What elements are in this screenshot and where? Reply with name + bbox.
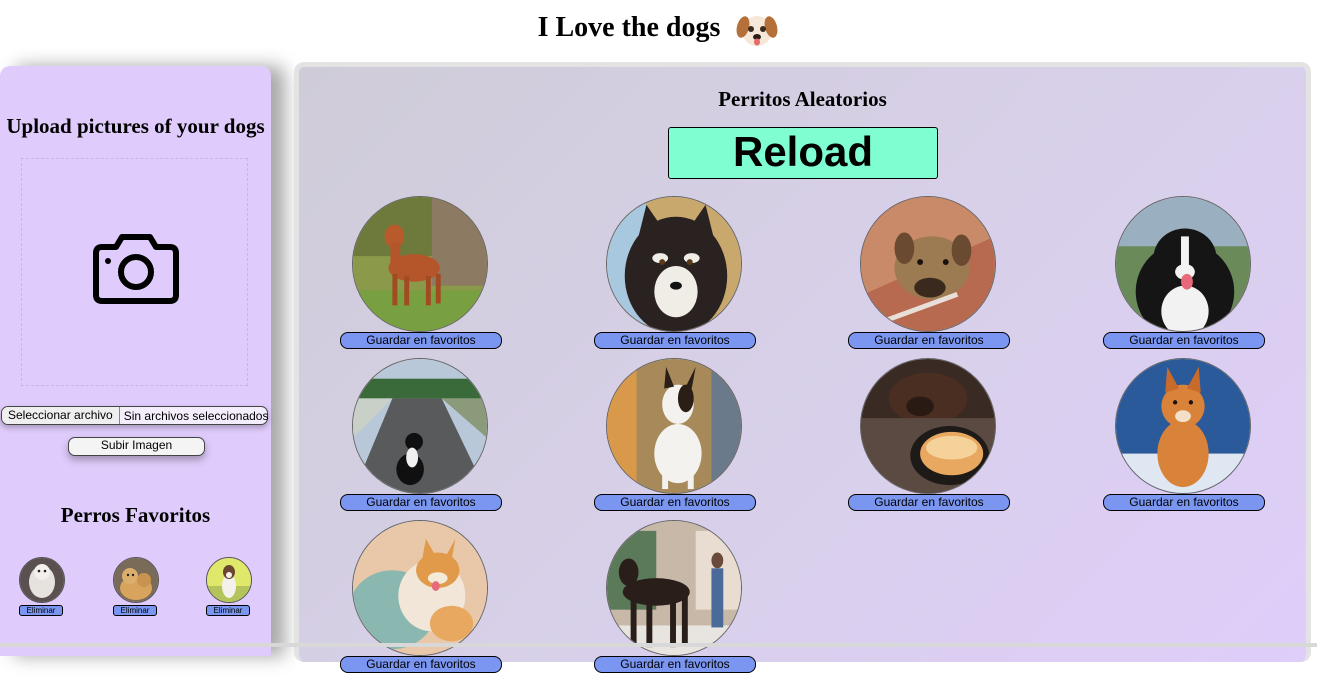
save-favorite-button[interactable]: Guardar en favoritos: [594, 656, 756, 673]
image-drop-zone[interactable]: [21, 158, 248, 386]
dog-photo: [352, 196, 488, 332]
dog-card: Guardar en favoritos: [848, 196, 1010, 356]
dog-photo: [860, 196, 996, 332]
dog-photo: [1115, 196, 1251, 332]
favorite-dog-photo: [113, 557, 159, 603]
dog-card: Guardar en favoritos: [340, 196, 502, 356]
dog-card: Guardar en favoritos: [1103, 196, 1265, 356]
save-favorite-button[interactable]: Guardar en favoritos: [848, 332, 1010, 349]
random-dogs-title: Perritos Aleatorios: [718, 87, 887, 111]
favorite-dog-photo: [19, 557, 65, 603]
save-favorite-button[interactable]: Guardar en favoritos: [848, 494, 1010, 511]
dog-card: Guardar en favoritos: [594, 358, 756, 518]
dog-card: Guardar en favoritos: [340, 520, 502, 680]
dog-face-icon: [735, 10, 779, 50]
save-favorite-button[interactable]: Guardar en favoritos: [594, 494, 756, 511]
remove-favorite-button[interactable]: Eliminar: [19, 605, 63, 616]
save-favorite-button[interactable]: Guardar en favoritos: [1103, 494, 1265, 511]
save-favorite-button[interactable]: Guardar en favoritos: [340, 656, 502, 673]
upload-image-button[interactable]: Subir Imagen: [68, 437, 205, 456]
file-input[interactable]: Seleccionar archivo Sin archivos selecci…: [1, 406, 268, 425]
dog-photo: [606, 520, 742, 656]
camera-icon: [93, 234, 179, 304]
random-dogs-panel: Perritos Aleatorios Reload Guardar en fa…: [294, 62, 1311, 673]
remove-favorite-button[interactable]: Eliminar: [113, 605, 157, 616]
save-favorite-button[interactable]: Guardar en favoritos: [340, 332, 502, 349]
save-favorite-button[interactable]: Guardar en favoritos: [594, 332, 756, 349]
dog-photo: [860, 358, 996, 494]
dog-photo: [1115, 358, 1251, 494]
dog-card: Guardar en favoritos: [848, 358, 1010, 518]
file-status-text: Sin archivos seleccionados: [123, 408, 269, 423]
page-title-text: I Love the dogs: [537, 12, 721, 43]
remove-favorite-button[interactable]: Eliminar: [206, 605, 250, 616]
dog-card: Guardar en favoritos: [1103, 358, 1265, 518]
page-title: I Love the dogs: [0, 8, 1317, 50]
upload-title: Upload pictures of your dogs: [6, 114, 265, 138]
dog-photo: [352, 358, 488, 494]
dog-card: Guardar en favoritos: [340, 358, 502, 518]
choose-file-button[interactable]: Seleccionar archivo: [2, 407, 120, 424]
favorites-title: Perros Favoritos: [60, 503, 211, 527]
favorite-dog-photo: [206, 557, 252, 603]
dog-card: Guardar en favoritos: [594, 520, 756, 680]
dog-photo: [606, 358, 742, 494]
reload-button[interactable]: Reload: [668, 127, 938, 179]
save-favorite-button[interactable]: Guardar en favoritos: [340, 494, 502, 511]
dog-photo: [606, 196, 742, 332]
horizontal-scrollbar[interactable]: [0, 643, 1317, 647]
dog-photo: [352, 520, 488, 656]
dog-card: Guardar en favoritos: [594, 196, 756, 356]
save-favorite-button[interactable]: Guardar en favoritos: [1103, 332, 1265, 349]
